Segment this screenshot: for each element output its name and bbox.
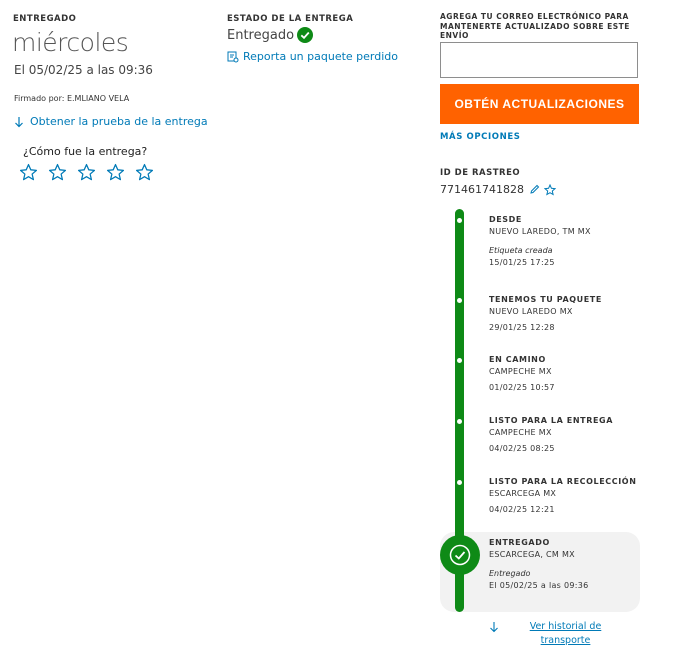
event-location: NUEVO LAREDO, TM MX bbox=[489, 227, 591, 236]
star-outline-icon bbox=[48, 163, 67, 181]
event-datetime: 04/02/25 12:21 bbox=[489, 505, 555, 514]
event-datetime: 04/02/25 08:25 bbox=[489, 444, 555, 453]
delivery-state-caption: ESTADO DE LA ENTREGA bbox=[227, 14, 354, 24]
delivered-check-icon bbox=[440, 535, 480, 575]
rating-star-4[interactable] bbox=[106, 163, 125, 186]
event-note: Etiqueta creada bbox=[489, 246, 553, 255]
favorite-star-icon[interactable] bbox=[543, 183, 557, 196]
delivery-date-time: El 05/02/25 a las 09:36 bbox=[14, 63, 153, 77]
timeline-dot bbox=[457, 358, 462, 363]
event-note: Entregado bbox=[489, 569, 531, 578]
report-lost-package-link[interactable]: Reporta un paquete perdido bbox=[227, 50, 398, 63]
event-datetime: 15/01/25 17:25 bbox=[489, 258, 555, 267]
get-updates-button[interactable]: OBTÉN ACTUALIZACIONES bbox=[440, 84, 639, 124]
proof-of-delivery-label: Obtener la prueba de la entrega bbox=[30, 115, 208, 128]
arrow-down-icon bbox=[489, 618, 499, 633]
event-title: DESDE bbox=[489, 215, 522, 224]
tracking-id-row: 771461741828 bbox=[440, 183, 557, 196]
pencil-icon[interactable] bbox=[529, 184, 540, 195]
timeline-dot bbox=[457, 480, 462, 485]
event-location: ESCARCEGA, CM MX bbox=[489, 550, 575, 559]
delivered-caption: ENTREGADO bbox=[13, 14, 77, 24]
delivery-state-value: Entregado bbox=[227, 27, 295, 43]
event-location: ESCARCEGA MX bbox=[489, 489, 557, 498]
timeline-event: DESDE NUEVO LAREDO, TM MX Etiqueta creada 1… bbox=[489, 215, 591, 267]
timeline-dot bbox=[457, 218, 462, 223]
event-datetime: 29/01/25 12:28 bbox=[489, 323, 555, 332]
tracking-id-caption: ID DE RASTREO bbox=[440, 168, 521, 178]
timeline-event: LISTO PARA LA ENTREGA CAMPECHE MX 04/02/25… bbox=[489, 416, 613, 453]
timeline-event: EN CAMINO CAMPECHE MX 01/02/25 10:57 bbox=[489, 355, 555, 392]
download-arrow-icon bbox=[13, 116, 25, 128]
timeline-dot bbox=[457, 298, 462, 303]
event-location: NUEVO LAREDO MX bbox=[489, 307, 573, 316]
event-title: LISTO PARA LA ENTREGA bbox=[489, 416, 614, 425]
rating-star-3[interactable] bbox=[77, 163, 96, 186]
rating-star-5[interactable] bbox=[135, 163, 154, 186]
timeline-event: ENTREGADO ESCARCEGA, CM MX Entregado El 05/… bbox=[489, 538, 589, 590]
report-document-icon bbox=[227, 51, 239, 63]
event-datetime: 01/02/25 10:57 bbox=[489, 383, 555, 392]
star-outline-icon bbox=[19, 163, 38, 181]
rating-star-1[interactable] bbox=[19, 163, 38, 186]
signed-by: Firmado por: E.MLIANO VELA bbox=[14, 94, 130, 103]
event-title: TENEMOS TU PAQUETE bbox=[489, 295, 602, 304]
star-outline-icon bbox=[77, 163, 96, 181]
star-outline-icon bbox=[106, 163, 125, 181]
rating-prompt: ¿Cómo fue la entrega? bbox=[23, 145, 148, 158]
timeline-event: LISTO PARA LA RECOLECCIÓN ESCARCEGA MX 04/… bbox=[489, 477, 636, 514]
proof-of-delivery-link[interactable]: Obtener la prueba de la entrega bbox=[13, 115, 208, 128]
event-title: EN CAMINO bbox=[489, 355, 546, 364]
report-lost-package-label: Reporta un paquete perdido bbox=[243, 50, 398, 63]
event-datetime: El 05/02/25 a las 09:36 bbox=[489, 581, 589, 590]
rating-stars bbox=[19, 163, 154, 186]
tracking-number: 771461741828 bbox=[440, 183, 524, 196]
more-options-link[interactable]: MÁS OPCIONES bbox=[440, 132, 520, 142]
delivery-state-row: Entregado bbox=[227, 27, 314, 43]
event-title: ENTREGADO bbox=[489, 538, 550, 547]
delivery-day: miércoles bbox=[12, 28, 129, 57]
email-updates-caption: AGREGA TU CORREO ELECTRÓNICO PARA MANTEN… bbox=[440, 12, 630, 40]
event-location: CAMPECHE MX bbox=[489, 367, 552, 376]
check-circle-icon bbox=[297, 27, 314, 43]
star-outline-icon bbox=[135, 163, 154, 181]
timeline-event: TENEMOS TU PAQUETE NUEVO LAREDO MX 29/01/2… bbox=[489, 295, 602, 332]
email-input[interactable] bbox=[440, 42, 638, 78]
rating-star-2[interactable] bbox=[48, 163, 67, 186]
event-title: LISTO PARA LA RECOLECCIÓN bbox=[489, 477, 637, 486]
event-location: CAMPECHE MX bbox=[489, 428, 552, 437]
transport-history-link[interactable]: Ver historial de transporte bbox=[528, 620, 603, 648]
timeline-dot bbox=[457, 419, 462, 424]
